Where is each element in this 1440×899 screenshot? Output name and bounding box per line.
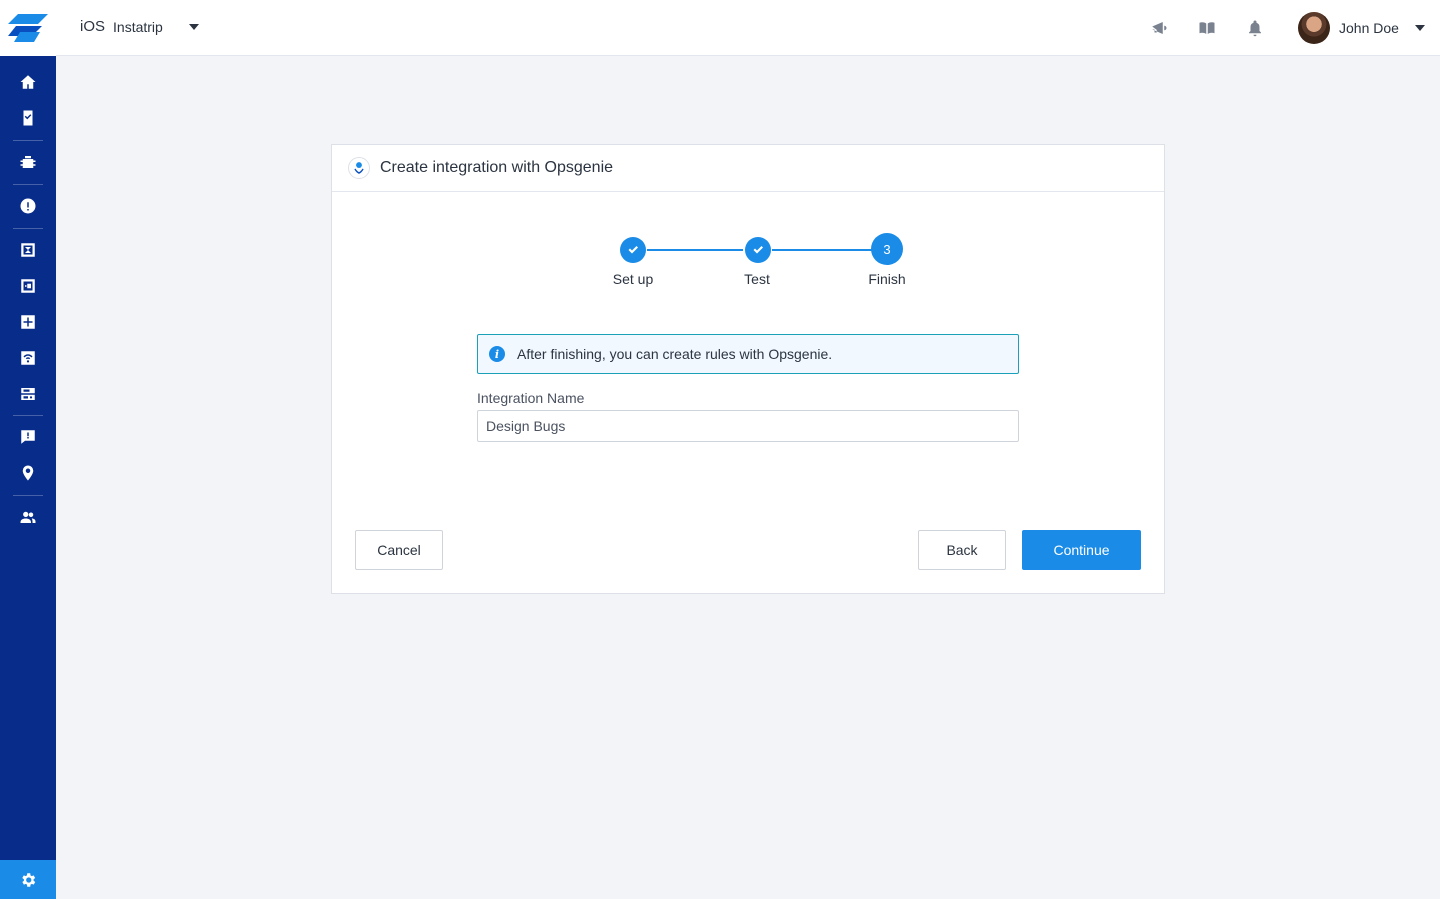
survey-icon: [21, 279, 35, 293]
info-icon: i: [489, 346, 505, 362]
sidebar-item-alerts[interactable]: [0, 188, 56, 224]
sidebar-item-reports[interactable]: [0, 100, 56, 136]
bug-icon: [20, 156, 36, 168]
notifications-button[interactable]: [1243, 16, 1267, 40]
continue-button[interactable]: Continue: [1022, 530, 1141, 570]
check-icon: [753, 246, 763, 254]
sidebar-item-home[interactable]: [0, 64, 56, 100]
feedback-icon: [21, 430, 35, 444]
top-bar: iOS Instatrip John Doe: [56, 0, 1440, 56]
team-icon: [20, 511, 36, 523]
sidebar-item-bugs[interactable]: [0, 144, 56, 180]
sidebar-item-location[interactable]: [0, 455, 56, 491]
chevron-down-icon[interactable]: [189, 24, 199, 30]
sidebar-item-sessions[interactable]: [0, 376, 56, 412]
crash-icon: [21, 243, 35, 257]
sessions-icon: [21, 388, 35, 400]
step-label-test: Test: [744, 271, 770, 287]
check-icon: [628, 246, 638, 254]
info-banner: i After finishing, you can create rules …: [477, 334, 1019, 374]
chevron-down-icon[interactable]: [1415, 25, 1425, 31]
step-finish-number: 3: [871, 233, 903, 265]
sidebar-item-team[interactable]: [0, 499, 56, 535]
alert-icon: [20, 198, 36, 214]
sidebar-item-network[interactable]: [0, 340, 56, 376]
cancel-button[interactable]: Cancel: [355, 530, 443, 570]
app-switcher[interactable]: iOS Instatrip: [80, 18, 163, 35]
logo-icon: [8, 14, 48, 42]
clipboard-icon: [23, 110, 33, 126]
step-label-setup: Set up: [612, 271, 654, 287]
platform-label: iOS: [80, 18, 106, 35]
sidebar-item-settings[interactable]: [0, 860, 56, 899]
announcements-button[interactable]: [1147, 16, 1171, 40]
user-menu[interactable]: John Doe: [1298, 12, 1399, 44]
sidebar-item-surveys[interactable]: [0, 268, 56, 304]
app-name: Instatrip: [113, 18, 163, 35]
user-name: John Doe: [1339, 20, 1399, 36]
network-icon: [21, 351, 35, 365]
megaphone-icon: [1152, 22, 1167, 34]
back-button[interactable]: Back: [918, 530, 1006, 570]
integration-name-label: Integration Name: [477, 390, 585, 406]
info-text: After finishing, you can create rules wi…: [517, 346, 833, 362]
home-icon: [20, 75, 36, 89]
apm-icon: [21, 315, 35, 329]
sidebar-item-crashes[interactable]: [0, 232, 56, 268]
gear-icon: [22, 872, 36, 887]
sidebar-item-feedback[interactable]: [0, 419, 56, 455]
step-connector: [772, 249, 872, 251]
bell-icon: [1249, 20, 1261, 37]
sidebar: [0, 0, 56, 899]
step-connector: [647, 249, 743, 251]
step-setup-check: [620, 237, 646, 263]
avatar: [1298, 12, 1330, 44]
integration-dialog: Create integration with Opsgenie 3 Set u…: [331, 144, 1165, 594]
opsgenie-icon: [348, 157, 370, 179]
book-icon: [1199, 22, 1215, 34]
dialog-title: Create integration with Opsgenie: [380, 159, 614, 176]
dialog-header: Create integration with Opsgenie: [332, 145, 1164, 192]
step-test-check: [745, 237, 771, 263]
app-logo[interactable]: [0, 0, 56, 56]
location-icon: [22, 465, 34, 481]
sidebar-item-apm[interactable]: [0, 304, 56, 340]
integration-name-input[interactable]: [477, 410, 1019, 442]
step-label-finish: Finish: [868, 271, 906, 287]
docs-button[interactable]: [1195, 16, 1219, 40]
stepper: 3 Set up Test Finish: [332, 233, 1164, 293]
